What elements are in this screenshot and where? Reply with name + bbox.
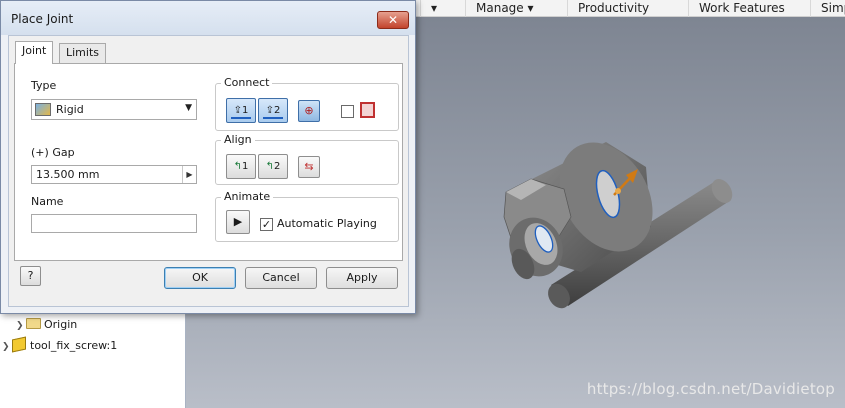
tab-productivity[interactable]: Productivity <box>567 0 659 17</box>
flip-icon: ⊕ <box>304 104 314 117</box>
align-2-icon: ↰2 <box>265 161 281 172</box>
tab-work-features[interactable]: Work Features <box>688 0 795 17</box>
cube-select-icon[interactable] <box>360 102 375 118</box>
tab-limits-label: Limits <box>66 46 99 59</box>
tab-manage[interactable]: Manage ▾ <box>465 0 544 17</box>
close-icon: ✕ <box>387 13 399 27</box>
align-1-button[interactable]: ↰1 <box>226 154 256 179</box>
name-input[interactable] <box>31 214 197 233</box>
dialog-body: Joint Limits Type Rigid ▼ (+) Gap 13.500… <box>8 35 409 307</box>
play-button[interactable]: ▶ <box>226 210 250 234</box>
apply-button-label: Apply <box>346 271 378 284</box>
align-2-button[interactable]: ↰2 <box>258 154 288 179</box>
connect-label: Connect <box>221 76 273 89</box>
tab-joint-label: Joint <box>22 44 47 57</box>
gap-label-text: Gap <box>52 146 75 159</box>
help-button[interactable]: ? <box>20 266 41 286</box>
tree-item-tool-fix-screw-label: tool_fix_screw:1 <box>30 339 118 352</box>
part-icon <box>12 336 26 353</box>
tree-item-origin[interactable]: ❯ Origin <box>16 316 77 334</box>
chevron-right-icon[interactable]: ❯ <box>16 317 26 335</box>
tree-item-origin-label: Origin <box>44 318 78 331</box>
close-button[interactable]: ✕ <box>377 11 409 29</box>
connect-origin-2-icon: ⇪2 <box>265 105 281 116</box>
connect-origin-1-icon: ⇪1 <box>233 105 249 116</box>
align-1-icon: ↰1 <box>233 161 249 172</box>
gap-input-value: 13.500 mm <box>36 168 100 181</box>
type-label: Type <box>31 79 57 92</box>
tab-work-features-label: Work Features <box>699 1 785 15</box>
tab-simplify-label: Simp <box>821 1 845 15</box>
gap-flyout-arrow-icon[interactable]: ▶ <box>182 166 196 183</box>
flip-align-button[interactable]: ⇆ <box>298 156 320 178</box>
gap-input[interactable]: 13.500 mm ▶ <box>31 165 197 184</box>
ok-button[interactable]: OK <box>164 267 236 289</box>
automatic-playing-checkbox[interactable]: ✓ <box>260 218 273 231</box>
connect-group: Connect ⇪1 ⇪2 ⊕ <box>215 76 399 131</box>
dialog-title-bar[interactable]: Place Joint ✕ <box>1 1 415 35</box>
ok-button-label: OK <box>192 271 208 284</box>
connect-origin-1-button[interactable]: ⇪1 <box>226 98 256 123</box>
body-part[interactable] <box>500 126 672 285</box>
watermark-text: https://blog.csdn.net/Davidietop <box>586 380 835 398</box>
type-dropdown-value: Rigid <box>56 103 84 116</box>
type-dropdown[interactable]: Rigid ▼ <box>31 99 197 120</box>
lock-checkbox[interactable] <box>341 105 354 118</box>
flip-component-button[interactable]: ⊕ <box>298 100 320 122</box>
cancel-button[interactable]: Cancel <box>245 267 317 289</box>
place-joint-dialog: Place Joint ✕ Joint Limits Type Rigid ▼ … <box>0 0 416 314</box>
automatic-playing-label: Automatic Playing <box>277 217 377 230</box>
ribbon-spacer: ▾ <box>420 0 447 17</box>
play-icon: ▶ <box>233 215 243 228</box>
help-icon: ? <box>27 269 34 282</box>
tree-item-tool-fix-screw[interactable]: ❯ tool_fix_screw:1 <box>2 336 118 356</box>
joint-tab-panel: Type Rigid ▼ (+) Gap 13.500 mm ▶ Name Co… <box>14 63 403 261</box>
tab-manage-label: Manage <box>476 1 524 15</box>
tab-joint[interactable]: Joint <box>15 41 54 64</box>
name-label: Name <box>31 195 64 208</box>
align-label: Align <box>221 133 255 146</box>
gap-icon: (+) <box>31 146 49 159</box>
folder-icon <box>26 318 41 329</box>
align-group: Align ↰1 ↰2 ⇆ <box>215 133 399 185</box>
chevron-right-icon[interactable]: ❯ <box>2 338 12 356</box>
gap-label: (+) Gap <box>31 146 75 159</box>
animate-group: Animate ▶ ✓ Automatic Playing <box>215 190 399 242</box>
tab-limits[interactable]: Limits <box>59 43 106 63</box>
rigid-joint-icon <box>35 103 51 116</box>
chevron-down-icon: ▼ <box>185 103 192 113</box>
tab-productivity-label: Productivity <box>578 1 650 15</box>
dialog-title: Place Joint <box>11 12 74 26</box>
animate-label: Animate <box>221 190 274 203</box>
tab-simplify[interactable]: Simp <box>810 0 845 17</box>
apply-button[interactable]: Apply <box>326 267 398 289</box>
swap-arrows-icon: ⇆ <box>304 160 314 173</box>
cancel-button-label: Cancel <box>262 271 300 284</box>
connect-origin-2-button[interactable]: ⇪2 <box>258 98 288 123</box>
